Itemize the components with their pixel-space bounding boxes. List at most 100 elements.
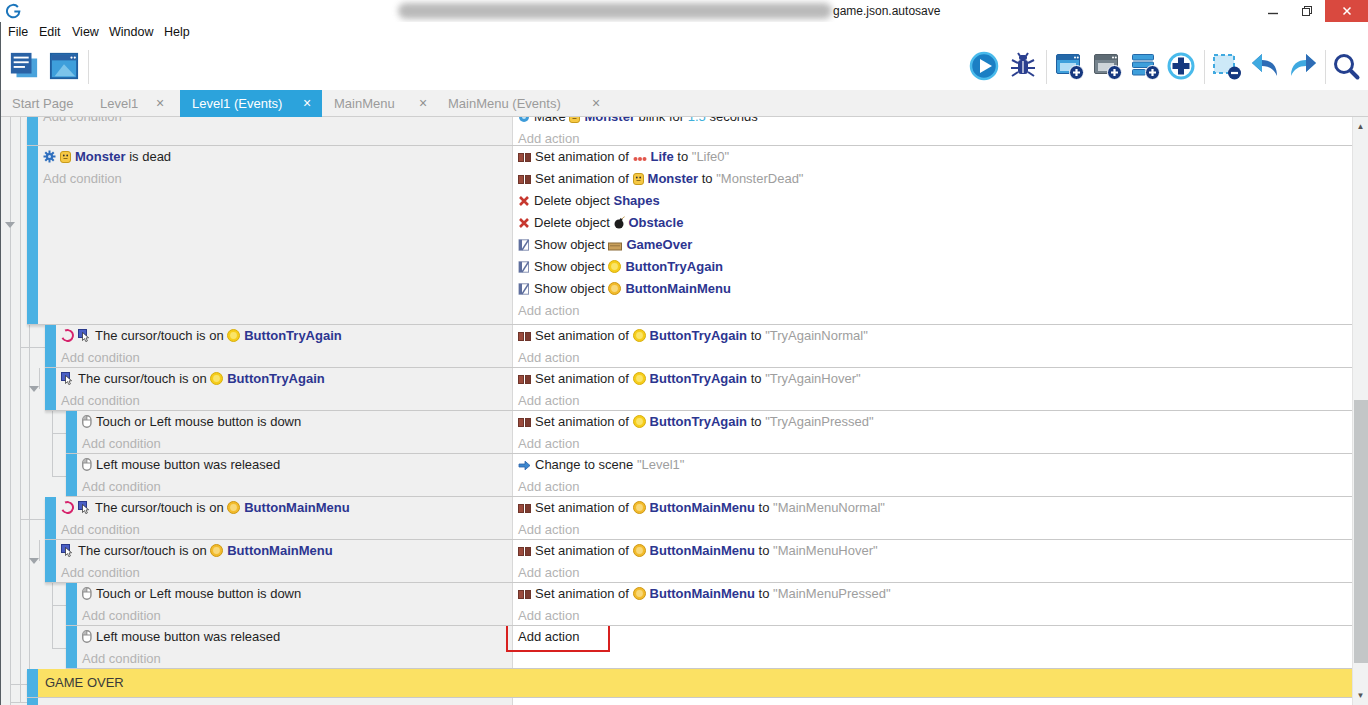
close-button[interactable]	[1325, 0, 1368, 22]
event-line[interactable]: Set animation of Monster to "MonsterDead…	[513, 168, 1352, 190]
add-external-layout-icon[interactable]	[1093, 51, 1123, 83]
conditions-cell[interactable]: The cursor/touch is on ButtonTryAgainAdd…	[45, 368, 512, 410]
menu-file[interactable]: File	[8, 25, 28, 39]
minimize-button[interactable]	[1258, 0, 1288, 22]
actions-cell[interactable]: Set animation of ButtonTryAgain to "TryA…	[512, 368, 1352, 410]
add-placeholder-line[interactable]: Add condition	[27, 168, 512, 190]
redo-icon[interactable]	[1287, 51, 1319, 83]
event-line[interactable]: Set animation of Life to "Life0"	[513, 146, 1352, 168]
event-line[interactable]: Touch or Left mouse button is down	[66, 583, 512, 605]
add-placeholder-line[interactable]: Add action	[513, 562, 1352, 583]
conditions-cell[interactable]: Left mouse button was releasedAdd condit…	[66, 454, 512, 496]
event-bar[interactable]	[66, 626, 77, 668]
restore-button[interactable]	[1292, 0, 1322, 22]
actions-cell[interactable]: Make Monster blink for 1.5 secondsAdd ac…	[512, 117, 1352, 145]
conditions-cell[interactable]: Left mouse button was releasedAdd condit…	[66, 626, 512, 668]
scroll-up-icon[interactable]: ▲	[1353, 122, 1368, 131]
add-external-events-icon[interactable]	[1131, 51, 1161, 83]
event-line[interactable]: Delete object Obstacle	[513, 212, 1352, 234]
conditions-cell[interactable]: The cursor/touch is on ButtonTryAgainAdd…	[45, 325, 512, 367]
event-line[interactable]: The cursor/touch is on ButtonTryAgain	[45, 368, 512, 390]
add-placeholder-line[interactable]: Add action	[513, 476, 1352, 497]
add-placeholder-line[interactable]: Add condition	[45, 347, 512, 368]
add-placeholder-line[interactable]: Add condition	[66, 433, 512, 454]
event-line[interactable]: Set animation of ButtonMainMenu to "Main…	[513, 583, 1352, 605]
add-placeholder-line[interactable]: Add condition	[66, 476, 512, 497]
deselect-icon[interactable]	[1212, 51, 1242, 83]
conditions-cell[interactable]: Monster is deadAdd condition	[27, 146, 512, 324]
menu-edit[interactable]: Edit	[39, 25, 61, 39]
project-manager-icon[interactable]	[8, 51, 40, 83]
conditions-cell[interactable]: The cursor/touch is on ButtonMainMenuAdd…	[45, 540, 512, 582]
event-line[interactable]: Make Monster blink for 1.5 seconds	[513, 117, 1352, 128]
event-line[interactable]: Set animation of ButtonTryAgain to "TryA…	[513, 325, 1352, 347]
event-line[interactable]: Show object ButtonTryAgain	[513, 256, 1352, 278]
event-line[interactable]: Set animation of ButtonMainMenu to "Main…	[513, 540, 1352, 562]
actions-cell[interactable]	[512, 698, 1352, 705]
tab-start-page[interactable]: Start Page	[12, 96, 73, 111]
event-bar[interactable]	[45, 497, 56, 539]
actions-cell[interactable]: Set animation of Life to "Life0"Set anim…	[512, 146, 1352, 324]
event-bar[interactable]	[27, 698, 38, 705]
actions-cell[interactable]: Set animation of ButtonMainMenu to "Main…	[512, 497, 1352, 539]
event-line[interactable]: Show object ButtonMainMenu	[513, 278, 1352, 300]
menu-help[interactable]: Help	[164, 25, 190, 39]
conditions-cell[interactable]: Touch or Left mouse button is downAdd co…	[66, 583, 512, 625]
actions-cell[interactable]: Change to scene "Level1"Add action	[512, 454, 1352, 496]
add-placeholder-line[interactable]: Add action	[513, 626, 1352, 648]
event-line[interactable]: Set animation of ButtonTryAgain to "TryA…	[513, 411, 1352, 433]
tab-mainmenu[interactable]: MainMenu	[334, 96, 395, 111]
open-scene-window-icon[interactable]	[48, 51, 80, 83]
event-line[interactable]: Left mouse button was released	[66, 454, 512, 476]
event-line[interactable]: Change to scene "Level1"	[513, 454, 1352, 476]
add-placeholder-line[interactable]: Add action	[513, 128, 1352, 146]
vertical-scrollbar[interactable]: ▲▼	[1352, 117, 1368, 705]
menu-view[interactable]: View	[72, 25, 99, 39]
event-line[interactable]: Show object GameOver	[513, 234, 1352, 256]
event-line[interactable]: Left mouse button was released	[66, 626, 512, 648]
play-icon[interactable]	[969, 51, 999, 83]
event-bar[interactable]	[45, 325, 56, 367]
event-bar[interactable]	[66, 583, 77, 625]
add-placeholder-line[interactable]: Add action	[513, 347, 1352, 368]
actions-cell[interactable]: Add action	[512, 626, 1352, 668]
actions-cell[interactable]: Set animation of ButtonMainMenu to "Main…	[512, 540, 1352, 582]
menu-window[interactable]: Window	[109, 25, 153, 39]
event-line[interactable]: The cursor/touch is on ButtonTryAgain	[45, 325, 512, 347]
add-placeholder-line[interactable]: Add condition	[66, 648, 512, 669]
add-extension-icon[interactable]	[1166, 51, 1196, 83]
collapse-arrow-icon[interactable]	[29, 558, 39, 564]
add-placeholder-line[interactable]: Add action	[513, 300, 1352, 322]
tab-close-icon[interactable]: ×	[592, 95, 600, 111]
undo-icon[interactable]	[1249, 51, 1281, 83]
tab-level1-events-[interactable]: Level1 (Events)×	[180, 90, 322, 117]
conditions-cell[interactable]: The cursor/touch is on ButtonMainMenuAdd…	[45, 497, 512, 539]
add-placeholder-line[interactable]: Add action	[513, 519, 1352, 540]
scroll-down-icon[interactable]: ▼	[1353, 691, 1368, 700]
add-placeholder-line[interactable]: Add action	[513, 390, 1352, 411]
tab-close-icon[interactable]: ×	[419, 95, 427, 111]
actions-cell[interactable]: Set animation of ButtonTryAgain to "TryA…	[512, 411, 1352, 453]
event-bar[interactable]	[45, 368, 56, 410]
event-line[interactable]: Delete object Shapes	[513, 190, 1352, 212]
event-line[interactable]: Touch or Left mouse button is down	[66, 411, 512, 433]
add-placeholder-line[interactable]: Add condition	[66, 605, 512, 626]
event-line[interactable]: The cursor/touch is on ButtonMainMenu	[45, 497, 512, 519]
actions-cell[interactable]: Set animation of ButtonMainMenu to "Main…	[512, 583, 1352, 625]
event-bar[interactable]	[27, 117, 38, 145]
conditions-cell[interactable]: Touch or Left mouse button is downAdd co…	[66, 411, 512, 453]
add-placeholder-line[interactable]: Add action	[513, 605, 1352, 626]
scrollbar-thumb[interactable]	[1354, 400, 1368, 663]
event-bar[interactable]	[27, 146, 38, 324]
tab-close-icon[interactable]: ×	[156, 95, 164, 111]
event-line[interactable]: Monster is dead	[27, 146, 512, 168]
debug-icon[interactable]	[1008, 51, 1038, 83]
event-line[interactable]: Set animation of ButtonTryAgain to "TryA…	[513, 368, 1352, 390]
tab-level1[interactable]: Level1	[100, 96, 138, 111]
conditions-cell[interactable]: Add condition	[27, 117, 512, 145]
add-placeholder-line[interactable]: Add action	[513, 433, 1352, 454]
search-icon[interactable]	[1331, 51, 1361, 83]
event-bar[interactable]	[27, 669, 38, 697]
add-placeholder-line[interactable]: Add condition	[27, 117, 512, 128]
add-scene-icon[interactable]	[1055, 51, 1085, 83]
